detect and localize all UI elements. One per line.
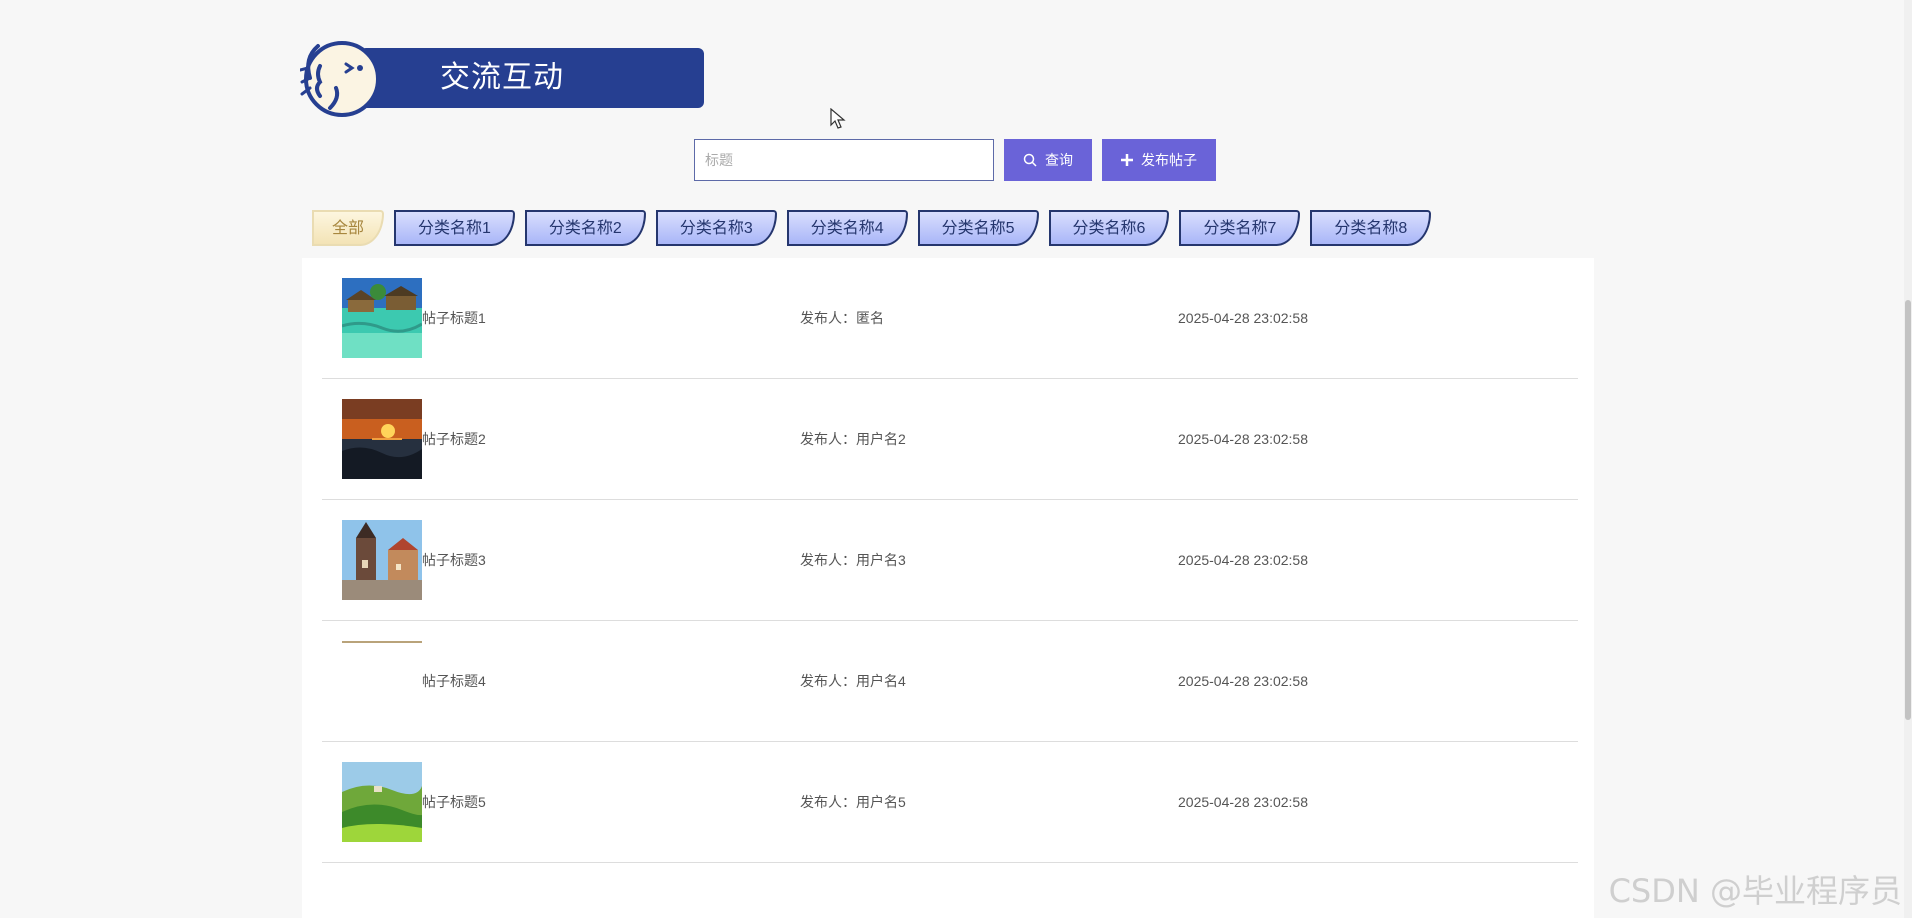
post-thumbnail[interactable] (342, 278, 422, 358)
post-time: 2025-04-28 23:02:58 (1178, 552, 1308, 568)
post-row[interactable]: 帖子标题5 发布人：用户名5 2025-04-28 23:02:58 (322, 742, 1578, 863)
post-time: 2025-04-28 23:02:58 (1178, 794, 1308, 810)
post-author: 发布人：用户名2 (800, 431, 906, 447)
post-author: 发布人：用户名5 (800, 794, 906, 810)
mascot-icon (300, 41, 380, 117)
post-list: 帖子标题1 发布人：匿名 2025-04-28 23:02:58 帖子标题2 发… (302, 258, 1594, 918)
category-tab-2[interactable]: 分类名称2 (524, 210, 646, 246)
post-thumbnail[interactable] (342, 762, 422, 842)
post-author: 发布人：用户名4 (800, 673, 906, 689)
section-banner: 交流互动 (300, 38, 704, 120)
category-tab-8[interactable]: 分类名称8 (1310, 210, 1432, 246)
post-title[interactable]: 帖子标题4 (422, 621, 486, 741)
search-input[interactable] (694, 139, 994, 181)
banner-title: 交流互动 (440, 61, 564, 94)
category-tab-4[interactable]: 分类名称4 (786, 210, 908, 246)
post-title[interactable]: 帖子标题1 (422, 258, 486, 378)
category-tab-7[interactable]: 分类名称7 (1179, 210, 1301, 246)
post-author: 发布人：用户名3 (800, 552, 906, 568)
search-button-label: 查询 (1045, 152, 1073, 168)
category-tab-3[interactable]: 分类名称3 (655, 210, 777, 246)
post-thumbnail[interactable] (342, 520, 422, 600)
post-time: 2025-04-28 23:02:58 (1178, 431, 1308, 447)
post-row[interactable]: 帖子标题2 发布人：用户名2 2025-04-28 23:02:58 (322, 379, 1578, 500)
page-scrollbar[interactable] (1904, 0, 1912, 918)
publish-post-button[interactable]: 发布帖子 (1102, 139, 1216, 181)
post-row[interactable]: 帖子标题4 发布人：用户名4 2025-04-28 23:02:58 (322, 621, 1578, 742)
post-time: 2025-04-28 23:02:58 (1178, 310, 1308, 326)
category-tabs: 全部 分类名称1 分类名称2 分类名称3 分类名称4 分类名称5 分类名称6 分… (312, 210, 1432, 246)
search-bar: 查询 发布帖子 (694, 139, 1216, 181)
post-row[interactable]: 帖子标题1 发布人：匿名 2025-04-28 23:02:58 (322, 258, 1578, 379)
post-thumbnail[interactable] (342, 399, 422, 479)
category-tab-1[interactable]: 分类名称1 (394, 210, 515, 246)
post-title[interactable]: 帖子标题3 (422, 500, 486, 620)
post-title[interactable]: 帖子标题5 (422, 742, 486, 862)
search-icon (1023, 153, 1037, 167)
watermark: CSDN @毕业程序员 (1608, 872, 1902, 910)
search-button[interactable]: 查询 (1004, 139, 1092, 181)
category-tab-all[interactable]: 全部 (312, 210, 385, 246)
plus-icon (1121, 154, 1133, 166)
post-author: 发布人：匿名 (800, 310, 884, 326)
category-tab-6[interactable]: 分类名称6 (1048, 210, 1170, 246)
post-thumbnail[interactable] (342, 641, 422, 721)
scrollbar-thumb[interactable] (1905, 300, 1911, 720)
post-title[interactable]: 帖子标题2 (422, 379, 486, 499)
post-time: 2025-04-28 23:02:58 (1178, 673, 1308, 689)
category-tab-5[interactable]: 分类名称5 (917, 210, 1039, 246)
publish-button-label: 发布帖子 (1141, 152, 1197, 168)
post-row[interactable]: 帖子标题3 发布人：用户名3 2025-04-28 23:02:58 (322, 500, 1578, 621)
mouse-cursor-icon (830, 108, 846, 129)
